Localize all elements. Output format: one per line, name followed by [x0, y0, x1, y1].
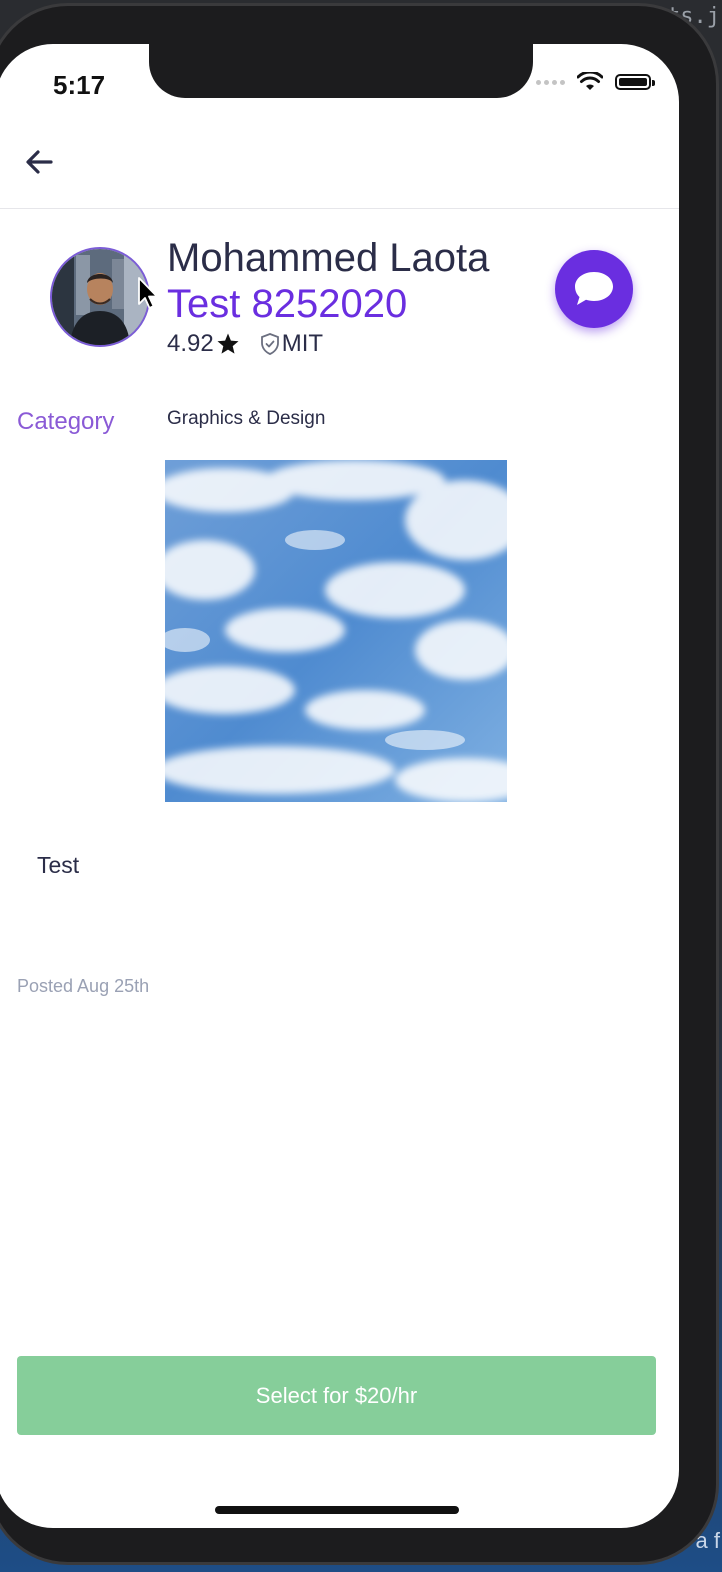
school-label: MIT [281, 330, 324, 357]
status-icons [536, 72, 655, 92]
phone-notch [149, 44, 533, 98]
meta-row: 4.92 MIT [167, 330, 323, 358]
chat-button[interactable] [555, 250, 633, 328]
select-button[interactable]: Select for $20/hr [17, 1356, 656, 1435]
status-time: 5:17 [53, 70, 106, 100]
app-screen: 5:17 Mohammed Laota Test 8252020 4.92 MI… [0, 44, 679, 1528]
shield-check-icon [260, 333, 279, 355]
portfolio-image[interactable] [165, 460, 507, 802]
cellular-signal-icon [536, 79, 565, 85]
chat-bubble-icon [575, 272, 613, 305]
freelancer-name: Mohammed Laota [167, 236, 490, 280]
star-icon [217, 333, 239, 354]
rating-value: 4.92 [167, 330, 214, 357]
home-indicator [215, 1506, 459, 1514]
gig-description: Test [37, 852, 80, 878]
back-arrow-icon [26, 150, 53, 174]
category-label: Category [17, 408, 115, 435]
wifi-icon [577, 72, 603, 90]
category-value: Graphics & Design [167, 408, 326, 429]
phone-frame: 5:17 Mohammed Laota Test 8252020 4.92 MI… [0, 6, 716, 1562]
profile-header: Mohammed Laota Test 8252020 4.92 MIT [0, 224, 679, 374]
posted-date: Posted Aug 25th [17, 976, 150, 996]
job-title: Test 8252020 [167, 282, 408, 326]
avatar[interactable] [50, 247, 150, 347]
mouse-cursor-icon [138, 277, 158, 309]
back-button[interactable] [21, 142, 61, 182]
navigation-bar [0, 108, 679, 209]
battery-icon [615, 74, 655, 90]
